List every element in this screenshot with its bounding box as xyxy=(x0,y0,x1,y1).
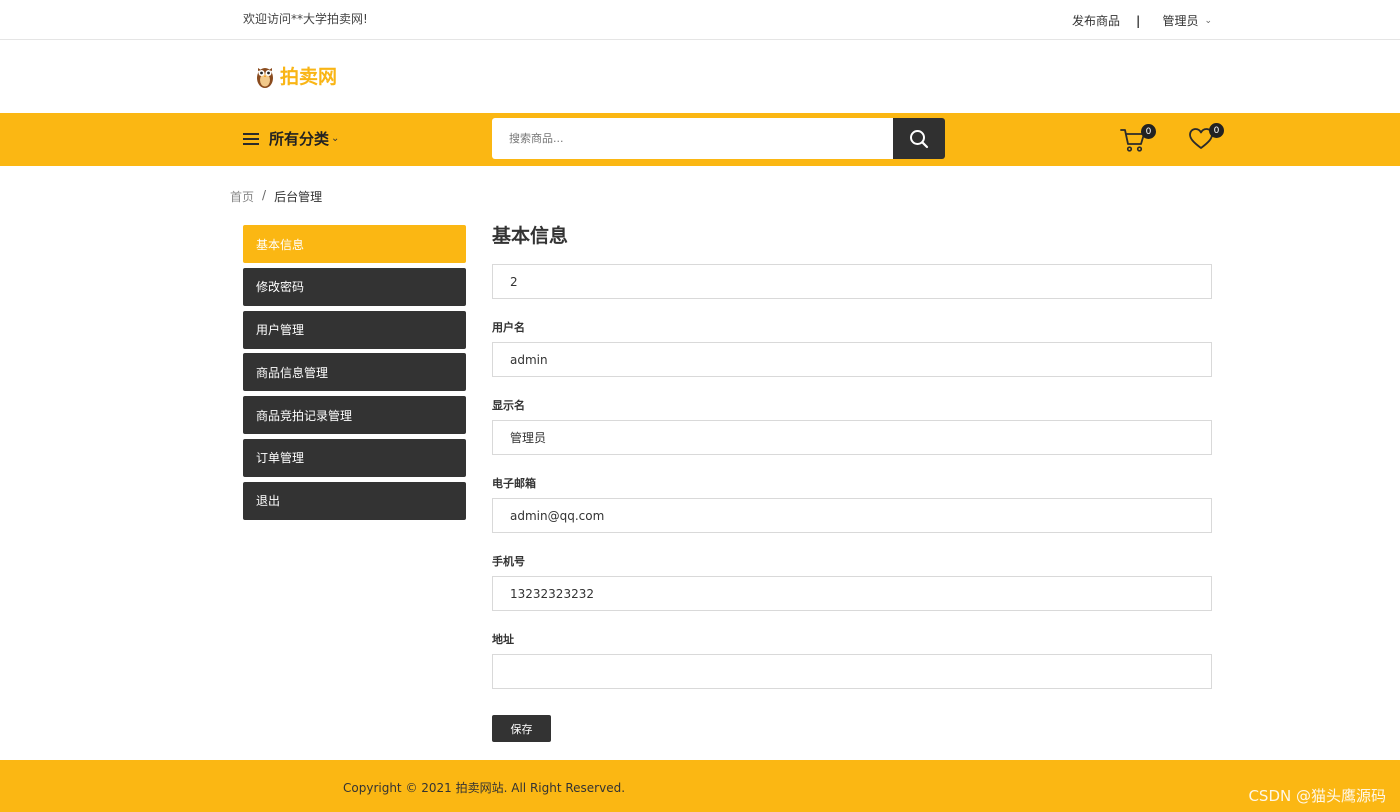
search-button[interactable] xyxy=(893,118,945,159)
address-field[interactable] xyxy=(492,654,1212,689)
sidebar-item-label: 商品信息管理 xyxy=(256,365,329,380)
hamburger-icon xyxy=(243,132,259,145)
breadcrumb: 首页 / 后台管理 xyxy=(230,188,322,205)
top-links: 发布商品 | 管理员 ⌄ xyxy=(1072,12,1212,29)
sidebar-item-user-management[interactable]: 用户管理 xyxy=(243,310,466,349)
sidebar-item-bid-records[interactable]: 商品竞拍记录管理 xyxy=(243,396,466,435)
logo-text: 拍卖网 xyxy=(280,66,338,88)
site-logo[interactable]: 拍卖网 xyxy=(254,62,337,89)
save-button[interactable]: 保存 xyxy=(492,715,551,742)
top-bar: 欢迎访问**大学拍卖网! 发布商品 | 管理员 ⌄ xyxy=(0,0,1400,40)
search-icon xyxy=(910,129,929,148)
email-field[interactable] xyxy=(492,498,1212,533)
all-categories-label: 所有分类 xyxy=(269,130,330,148)
welcome-text: 欢迎访问**大学拍卖网! xyxy=(243,12,368,26)
sidebar-item-label: 商品竞拍记录管理 xyxy=(256,408,353,423)
display-name-field[interactable] xyxy=(492,420,1212,455)
sidebar-item-logout[interactable]: 退出 xyxy=(243,481,466,520)
publish-item-link[interactable]: 发布商品 xyxy=(1072,12,1120,29)
all-categories-menu[interactable]: 所有分类 ⌄ xyxy=(243,128,339,149)
sidebar-item-order-management[interactable]: 订单管理 xyxy=(243,438,466,477)
wishlist-count-badge: 0 xyxy=(1209,123,1224,138)
main-nav-bar: 所有分类 ⌄ xyxy=(0,113,1400,166)
chevron-down-icon: ⌄ xyxy=(331,133,340,144)
sidebar-item-basic-info[interactable]: 基本信息 xyxy=(243,225,466,263)
phone-field[interactable] xyxy=(492,576,1212,611)
breadcrumb-separator: / xyxy=(262,188,267,202)
watermark-text: CSDN @猫头鹰源码 xyxy=(1248,787,1386,805)
search-input[interactable] xyxy=(492,118,893,159)
user-menu[interactable]: 管理员 xyxy=(1162,12,1198,29)
phone-label: 手机号 xyxy=(492,555,525,568)
sidebar-item-label: 退出 xyxy=(256,494,281,509)
search-bar xyxy=(492,118,945,159)
top-links-separator: | xyxy=(1136,13,1141,28)
owl-logo-icon xyxy=(257,67,273,88)
address-label: 地址 xyxy=(492,633,514,646)
breadcrumb-current: 后台管理 xyxy=(274,190,323,204)
sidebar-item-label: 订单管理 xyxy=(256,451,305,466)
user-id-field[interactable] xyxy=(492,264,1212,299)
display-name-label: 显示名 xyxy=(492,399,525,412)
username-label: 用户名 xyxy=(492,321,525,334)
admin-sidebar: 基本信息 修改密码 用户管理 商品信息管理 商品竞拍记录管理 订单管理 退出 xyxy=(243,225,466,525)
sidebar-item-label: 基本信息 xyxy=(256,237,305,252)
page-title: 基本信息 xyxy=(492,225,569,247)
site-footer: Copyright © 2021 拍卖网站. All Right Reserve… xyxy=(0,760,1400,812)
chevron-down-icon[interactable]: ⌄ xyxy=(1204,16,1212,26)
cart-count-badge: 0 xyxy=(1141,124,1156,139)
username-field[interactable] xyxy=(492,342,1212,377)
copyright-text: Copyright © 2021 拍卖网站. All Right Reserve… xyxy=(343,781,626,795)
breadcrumb-home-link[interactable]: 首页 xyxy=(230,188,254,205)
email-label: 电子邮箱 xyxy=(492,477,536,490)
sidebar-item-label: 修改密码 xyxy=(256,280,305,295)
sidebar-item-change-password[interactable]: 修改密码 xyxy=(243,267,466,306)
sidebar-item-label: 用户管理 xyxy=(256,323,305,338)
sidebar-item-product-management[interactable]: 商品信息管理 xyxy=(243,353,466,392)
basic-info-form: 基本信息 用户名 显示名 电子邮箱 手机号 地址 保存 xyxy=(492,222,1212,742)
